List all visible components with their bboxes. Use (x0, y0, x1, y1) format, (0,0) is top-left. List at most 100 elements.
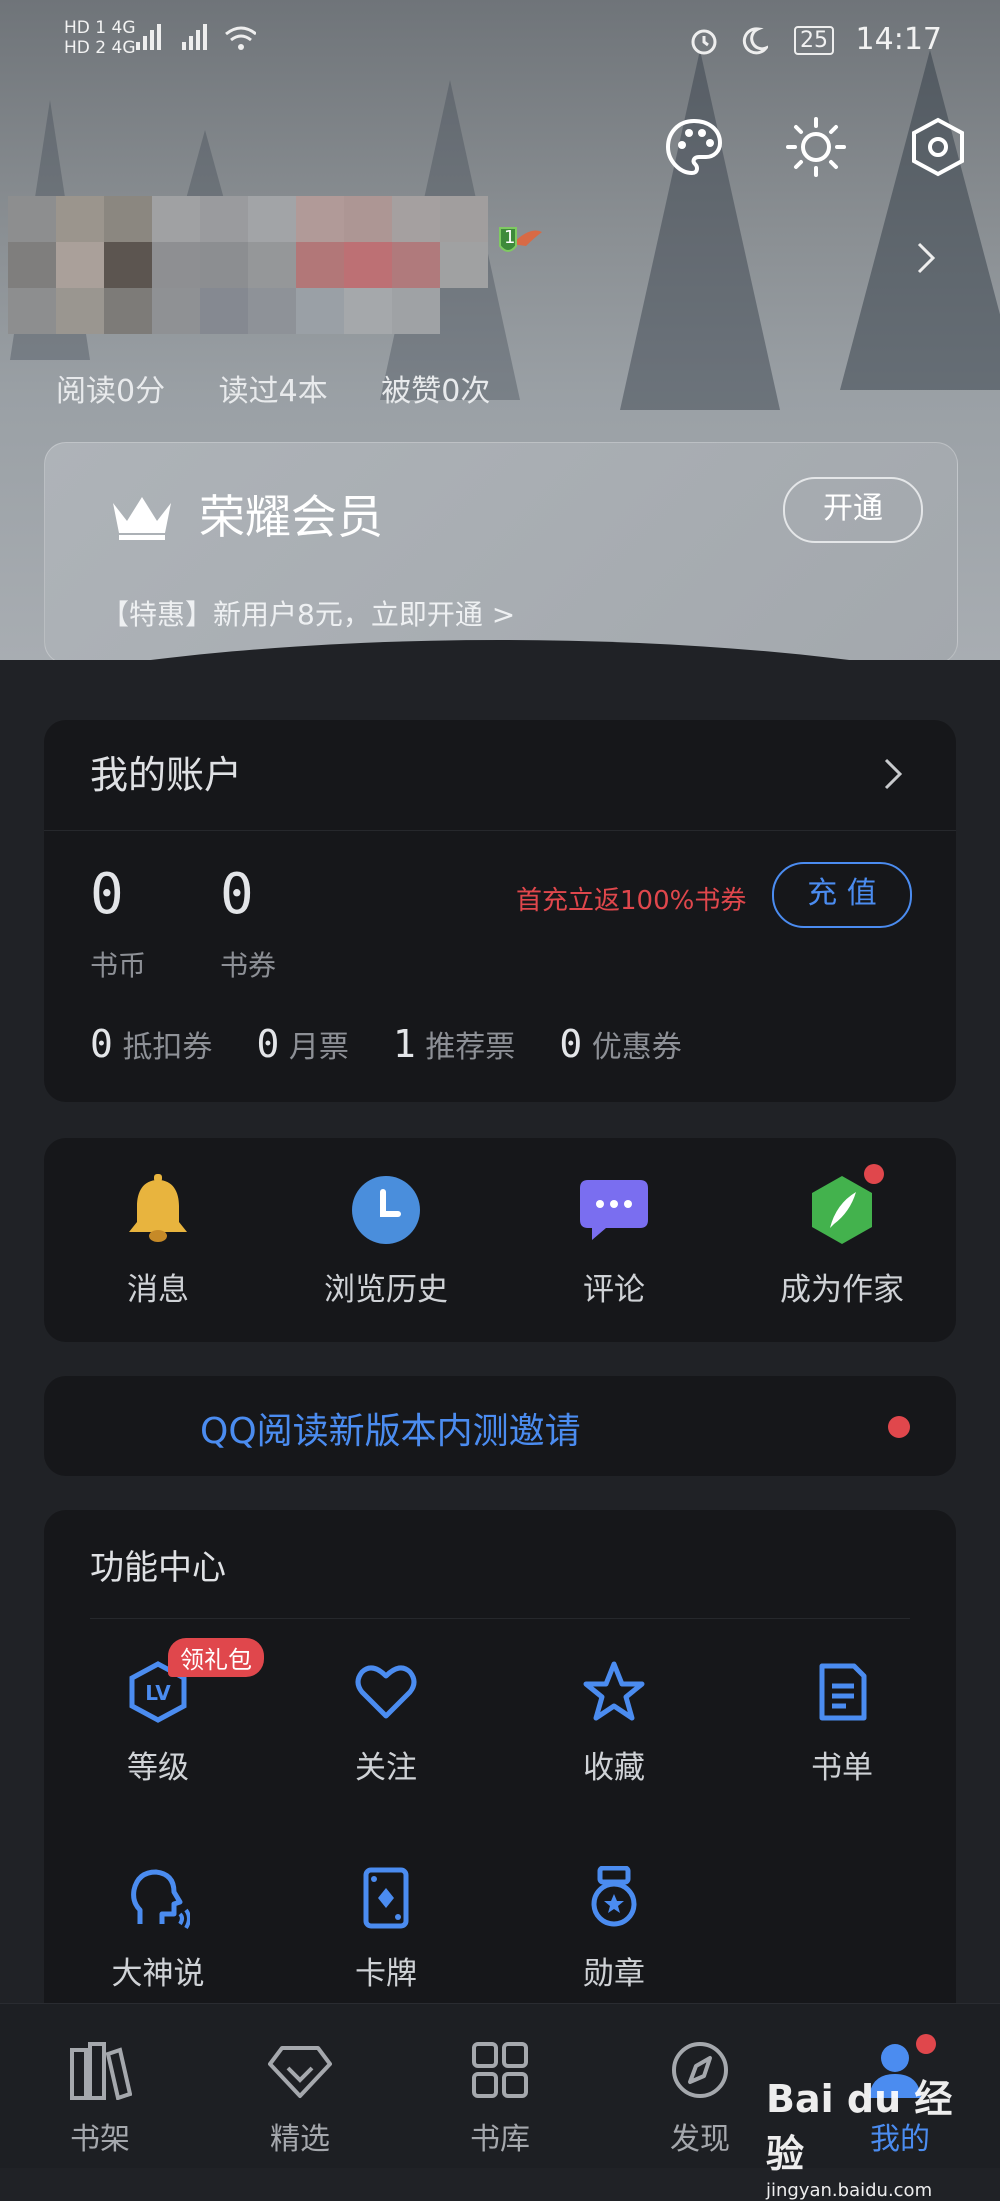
feature-level[interactable]: 领礼包 LV 等级 (44, 1638, 272, 1787)
chevron-right-icon[interactable] (882, 756, 904, 792)
quick-actions-card: 消息 浏览历史 评论 成为作家 (44, 1138, 956, 1342)
status-bar: HD 1 4G HD 2 4G 25 14:17 (0, 18, 1000, 68)
feature-label: 卡牌 (355, 1956, 417, 1992)
notification-dot (916, 2034, 936, 2054)
divider (90, 1618, 910, 1619)
nav-label: 精选 (270, 2122, 330, 2157)
bell-icon (129, 1174, 187, 1242)
quick-comments[interactable]: 评论 (500, 1174, 728, 1309)
gift-badge[interactable]: 领礼包 (168, 1638, 264, 1677)
vouchers-label: 书券 (220, 949, 277, 982)
chevron-right-icon[interactable] (914, 240, 938, 276)
ticket-deduction[interactable]: 0 抵扣券 (90, 1022, 212, 1066)
feature-center-title: 功能中心 (90, 1548, 226, 1588)
quick-label: 成为作家 (780, 1272, 904, 1308)
feature-label: 关注 (355, 1750, 417, 1786)
crown-icon (113, 497, 171, 540)
likes-received[interactable]: 被赞0次 (381, 374, 490, 409)
notification-dot (888, 1416, 910, 1438)
vouchers-value[interactable]: 0 (220, 862, 254, 927)
ticket-value: 0 (559, 1022, 583, 1066)
ticket-recommend[interactable]: 1 推荐票 (393, 1022, 515, 1066)
vip-promo[interactable]: 【特惠】新用户8元，立即开通 > (101, 593, 515, 633)
level-wing-badge: 1 (482, 224, 546, 268)
status-right: 25 14:17 (689, 22, 942, 57)
feature-label: 勋章 (583, 1956, 645, 1992)
signal-wifi-icon (136, 24, 256, 50)
invite-banner[interactable]: QQ阅读新版本内测邀请 (44, 1376, 956, 1476)
tree-silhouette (620, 50, 780, 410)
watermark-url: jingyan.baidu.com (766, 2180, 933, 2201)
reading-score[interactable]: 阅读0分 (56, 374, 165, 409)
notification-dot (864, 1164, 884, 1184)
moon-icon (743, 26, 771, 54)
quick-become-writer[interactable]: 成为作家 (728, 1164, 956, 1309)
compass-icon (672, 2042, 728, 2098)
quick-label: 浏览历史 (324, 1272, 448, 1308)
divider (44, 830, 956, 831)
diamond-icon (268, 2046, 332, 2098)
quick-label: 消息 (127, 1272, 189, 1308)
books-read[interactable]: 读过4本 (219, 374, 328, 409)
grid-icon (472, 2042, 528, 2098)
ticket-value: 0 (256, 1022, 280, 1066)
vip-open-button[interactable]: 开通 (783, 477, 923, 543)
profile-header: HD 1 4G HD 2 4G 25 14:17 1 阅读0分 读过4本 被赞0… (0, 0, 1000, 660)
feature-favorites[interactable]: 收藏 (500, 1660, 728, 1787)
tree-silhouette (840, 50, 1000, 390)
settings-hexagon-icon[interactable] (906, 115, 970, 179)
ticket-label: 优惠券 (591, 1030, 682, 1065)
nav-label: 书架 (70, 2122, 130, 2157)
ticket-row: 0 抵扣券 0 月票 1 推荐票 0 优惠券 (90, 1022, 682, 1066)
palette-icon[interactable] (662, 115, 726, 179)
coins-label: 书币 (90, 949, 147, 982)
recharge-promo: 首充立返100%书券 (516, 886, 747, 916)
vip-card[interactable]: 荣耀会员 【特惠】新用户8元，立即开通 > 开通 (44, 442, 958, 660)
ticket-label: 月票 (288, 1030, 349, 1065)
account-card: 我的账户 0 书币 0 书券 首充立返100%书券 充 值 0 抵扣券 0 月票… (44, 720, 956, 1102)
medal-icon (591, 1865, 637, 1927)
coins-value[interactable]: 0 (90, 862, 124, 927)
booklist-icon (819, 1663, 867, 1721)
quick-messages[interactable]: 消息 (44, 1174, 272, 1309)
quick-history[interactable]: 浏览历史 (272, 1174, 500, 1309)
signal-indicators: HD 1 4G HD 2 4G (64, 18, 136, 58)
profile-stats: 阅读0分 读过4本 被赞0次 (56, 366, 534, 410)
feature-dashen[interactable]: 大神说 (44, 1866, 272, 1993)
svg-text:LV: LV (145, 1681, 171, 1705)
account-title[interactable]: 我的账户 (90, 744, 242, 799)
nav-featured[interactable]: 精选 (200, 2040, 400, 2158)
brightness-icon[interactable] (784, 115, 848, 179)
watermark-text: Bai du 经验 (766, 2077, 953, 2176)
feature-medals[interactable]: 勋章 (500, 1865, 728, 1993)
quill-icon (812, 1176, 872, 1244)
level-number: 1 (504, 227, 516, 248)
recharge-button[interactable]: 充 值 (772, 862, 912, 928)
sim2-label: HD 2 4G (64, 38, 136, 58)
feature-cards[interactable]: 卡牌 (272, 1866, 500, 1993)
baidu-watermark: Bai du 经验 jingyan.baidu.com (766, 2068, 986, 2201)
clock-icon (352, 1176, 420, 1244)
ticket-coupon[interactable]: 0 优惠券 (559, 1022, 681, 1066)
alarm-icon (691, 29, 717, 54)
ticket-monthly[interactable]: 0 月票 (256, 1022, 348, 1066)
feature-center-card: 功能中心 领礼包 LV 等级 关注 收藏 书单 大神说 卡牌 勋章 (44, 1510, 956, 2030)
nav-label: 书库 (470, 2122, 530, 2157)
feature-booklist[interactable]: 书单 (728, 1660, 956, 1787)
feature-label: 等级 (127, 1750, 189, 1786)
clock: 14:17 (855, 22, 942, 57)
nav-bookshelf[interactable]: 书架 (0, 2040, 200, 2158)
feature-follow[interactable]: 关注 (272, 1660, 500, 1787)
ticket-value: 1 (392, 1022, 416, 1066)
heart-icon (355, 1665, 417, 1719)
ticket-label: 抵扣券 (122, 1030, 213, 1065)
nav-library[interactable]: 书库 (400, 2040, 600, 2158)
invite-text: QQ阅读新版本内测邀请 (200, 1411, 581, 1452)
quick-label: 评论 (583, 1272, 645, 1308)
feature-label: 收藏 (583, 1750, 645, 1786)
feature-label: 大神说 (111, 1956, 205, 1992)
card-icon (363, 1867, 409, 1929)
chat-bubble-icon (580, 1180, 648, 1240)
ticket-label: 推荐票 (425, 1030, 516, 1065)
feature-label: 书单 (811, 1750, 873, 1786)
